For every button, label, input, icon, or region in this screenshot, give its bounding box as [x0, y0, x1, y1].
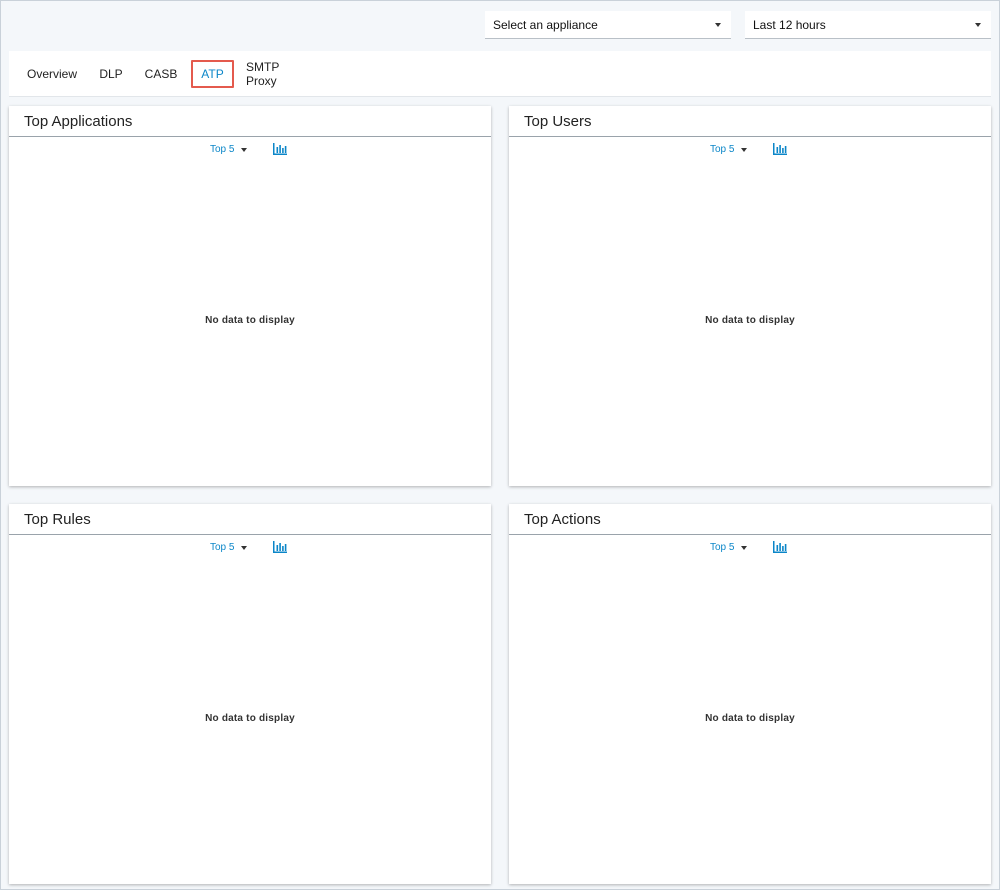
panel-top-rules: Top Rules Top 5 No data to display: [9, 504, 491, 884]
panel-title: Top Actions: [509, 504, 991, 535]
no-data-message: No data to display: [205, 713, 295, 724]
caret-down-icon: [975, 23, 981, 27]
no-data-message: No data to display: [705, 315, 795, 326]
tab-label: Overview: [27, 67, 78, 81]
caret-down-icon: [741, 147, 748, 152]
panel-title: Top Rules: [9, 504, 491, 535]
panel-title: Top Applications: [9, 106, 491, 137]
tab-dlp[interactable]: DLP: [99, 60, 123, 88]
tab-label: ATP: [201, 67, 224, 81]
bar-chart-icon[interactable]: [773, 143, 787, 155]
caret-down-icon: [741, 545, 748, 550]
tab-atp[interactable]: ATP: [191, 60, 234, 88]
top-n-label: Top 5: [210, 542, 235, 553]
top-n-label: Top 5: [710, 542, 735, 553]
tab-label: CASB: [144, 67, 178, 81]
bar-chart-icon[interactable]: [773, 541, 787, 553]
time-range-select-value: Last 12 hours: [753, 17, 826, 32]
top-n-label: Top 5: [710, 144, 735, 155]
caret-down-icon: [715, 23, 721, 27]
tab-label: DLP: [99, 67, 123, 81]
panel-top-actions: Top Actions Top 5 No data to display: [509, 504, 991, 884]
tab-casb[interactable]: CASB: [144, 60, 178, 88]
no-data-message: No data to display: [705, 713, 795, 724]
top-n-label: Top 5: [210, 144, 235, 155]
no-data-message: No data to display: [205, 315, 295, 326]
panel-title: Top Users: [509, 106, 991, 137]
panel-controls: Top 5: [9, 142, 491, 158]
caret-down-icon: [241, 545, 248, 550]
panel-top-users: Top Users Top 5 No data to display: [509, 106, 991, 486]
panel-controls: Top 5: [509, 540, 991, 556]
bar-chart-icon[interactable]: [273, 143, 287, 155]
top-n-dropdown[interactable]: Top 5: [210, 542, 248, 553]
tab-smtp-proxy[interactable]: SMTP Proxy: [246, 60, 308, 88]
filter-bar: Select an appliance Last 12 hours: [1, 11, 1000, 41]
top-n-dropdown[interactable]: Top 5: [210, 144, 248, 155]
tab-label: SMTP Proxy: [246, 60, 280, 88]
bar-chart-icon[interactable]: [273, 541, 287, 553]
appliance-select-value: Select an appliance: [493, 17, 598, 32]
tab-overview[interactable]: Overview: [27, 60, 77, 88]
time-range-select[interactable]: Last 12 hours: [745, 11, 991, 39]
top-n-dropdown[interactable]: Top 5: [710, 542, 748, 553]
panel-controls: Top 5: [9, 540, 491, 556]
caret-down-icon: [241, 147, 248, 152]
top-n-dropdown[interactable]: Top 5: [710, 144, 748, 155]
panel-controls: Top 5: [509, 142, 991, 158]
panel-top-applications: Top Applications Top 5 No data to displa…: [9, 106, 491, 486]
appliance-select[interactable]: Select an appliance: [485, 11, 731, 39]
dashboard-tabs: Overview DLP CASB ATP SMTP Proxy: [9, 51, 991, 97]
